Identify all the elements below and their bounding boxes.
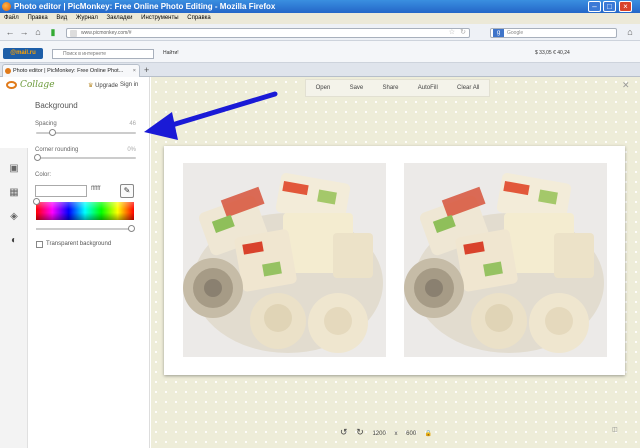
corner-rounding-value: 0% bbox=[127, 147, 136, 153]
brightness-handle[interactable] bbox=[128, 225, 135, 232]
tab-close-icon[interactable]: × bbox=[133, 65, 136, 77]
url-text: www.picmonkey.com/# bbox=[81, 30, 132, 36]
undo-icon[interactable]: ↺ bbox=[340, 427, 348, 437]
clear-all-button[interactable]: Clear All bbox=[457, 85, 479, 91]
crown-icon: ♛ bbox=[88, 83, 94, 89]
collage-photo-left[interactable] bbox=[183, 163, 386, 357]
toolbar-search-placeholder: Поиск в интернете bbox=[63, 51, 107, 57]
autofill-button[interactable]: AutoFill bbox=[418, 85, 438, 91]
new-tab-button[interactable]: + bbox=[144, 65, 149, 75]
menu-bar: Файл Правка Вид Журнал Закладки Инструме… bbox=[0, 13, 640, 24]
canvas-width[interactable]: 1200 bbox=[372, 431, 385, 437]
tab-photo-editor[interactable]: Photo editor | PicMonkey: Free Online Ph… bbox=[2, 64, 140, 77]
menu-history[interactable]: Журнал bbox=[76, 15, 98, 21]
url-field[interactable]: www.picmonkey.com/# ☆ ↻ bbox=[66, 28, 470, 38]
site-identity-icon bbox=[70, 30, 77, 37]
menu-tools[interactable]: Инструменты bbox=[141, 15, 178, 21]
monkey-logo-icon bbox=[6, 80, 17, 89]
open-button[interactable]: Open bbox=[316, 85, 331, 91]
upgrade-link[interactable]: ♛ Upgrade bbox=[88, 82, 118, 89]
editor-top-bar: Open Save Share AutoFill Clear All bbox=[305, 79, 490, 97]
collage-photo-right[interactable] bbox=[404, 163, 607, 357]
firefox-icon bbox=[2, 2, 11, 11]
search-field[interactable]: g Google bbox=[490, 28, 617, 38]
photo-illustration bbox=[404, 163, 607, 357]
window-titlebar: Photo editor | PicMonkey: Free Online Ph… bbox=[0, 0, 640, 13]
toolbar-search-input[interactable]: Поиск в интернете bbox=[52, 49, 154, 59]
corner-rounding-handle[interactable] bbox=[34, 154, 41, 161]
annotation-arrow bbox=[144, 91, 278, 140]
home-icon[interactable]: ⌂ bbox=[32, 27, 44, 38]
google-icon: g bbox=[493, 29, 504, 37]
menu-file[interactable]: Файл bbox=[4, 15, 19, 21]
palette-icon[interactable]: ◐ bbox=[7, 235, 21, 247]
mailru-logo-suffix: .ru bbox=[28, 50, 36, 56]
tab-favicon-icon bbox=[5, 68, 11, 74]
minimize-button[interactable]: – bbox=[588, 1, 601, 12]
tags-icon[interactable]: ◈ bbox=[7, 211, 21, 223]
eyedropper-icon[interactable]: ✎ bbox=[120, 184, 134, 198]
transparent-background-checkbox[interactable] bbox=[36, 241, 43, 248]
menu-bookmarks[interactable]: Закладки bbox=[107, 15, 133, 21]
canvas-size-bar: ↺ ↻ 1200 x 600 🔒 bbox=[340, 427, 439, 438]
lock-icon[interactable]: 🔒 bbox=[425, 431, 432, 437]
corner-rounding-label: Corner rounding bbox=[35, 147, 79, 153]
home-button-icon[interactable]: ⌂ bbox=[624, 27, 636, 38]
app-logo-text: Collage bbox=[20, 80, 55, 90]
back-icon[interactable]: ← bbox=[4, 27, 16, 38]
menu-help[interactable]: Справка bbox=[187, 15, 211, 21]
menu-edit[interactable]: Правка bbox=[27, 15, 47, 21]
share-button[interactable]: Share bbox=[383, 85, 399, 91]
menu-view[interactable]: Вид bbox=[56, 15, 67, 21]
spacing-label: Spacing bbox=[35, 121, 57, 127]
layout-icon[interactable]: ▦ bbox=[7, 187, 21, 199]
color-hex-value[interactable]: ffffff bbox=[91, 186, 100, 192]
close-editor-icon[interactable]: ✕ bbox=[622, 80, 630, 91]
currency-rates: $ 33,05 € 40,24 bbox=[535, 50, 570, 56]
tab-title: Photo editor | PicMonkey: Free Online Ph… bbox=[13, 68, 124, 74]
section-title: Background bbox=[35, 101, 78, 110]
size-separator: x bbox=[394, 431, 398, 437]
window-title: Photo editor | PicMonkey: Free Online Ph… bbox=[14, 2, 276, 11]
signal-icon: ▮ bbox=[50, 27, 56, 37]
app-logo[interactable]: Collage bbox=[6, 80, 55, 90]
canvas-height[interactable]: 600 bbox=[406, 431, 416, 437]
mailru-logo-main: @mail bbox=[10, 50, 29, 56]
color-swatch-input[interactable] bbox=[35, 185, 87, 197]
mailru-logo[interactable]: @mail.ru bbox=[3, 48, 43, 59]
photo-illustration bbox=[183, 163, 386, 357]
color-label: Color: bbox=[35, 172, 52, 178]
spectrum-handle[interactable] bbox=[33, 198, 40, 205]
forward-icon[interactable]: → bbox=[18, 27, 30, 38]
maximize-button[interactable]: □ bbox=[603, 1, 616, 12]
search-placeholder: Google bbox=[507, 30, 524, 36]
color-spectrum[interactable] bbox=[36, 202, 134, 220]
find-button[interactable]: Найти! bbox=[163, 50, 179, 56]
upgrade-label: Upgrade bbox=[95, 83, 119, 89]
spacing-value: 46 bbox=[129, 121, 136, 127]
image-icon[interactable]: ▣ bbox=[7, 163, 21, 175]
reload-icon[interactable]: ↻ bbox=[460, 29, 466, 37]
zoom-icon[interactable]: ◫ bbox=[612, 426, 618, 433]
spacing-slider-handle[interactable] bbox=[49, 129, 56, 136]
brightness-slider[interactable] bbox=[36, 228, 132, 230]
signin-link[interactable]: Sign in bbox=[120, 82, 138, 88]
redo-icon[interactable]: ↻ bbox=[356, 427, 364, 437]
transparent-background-label: Transparent background bbox=[46, 241, 112, 247]
save-button[interactable]: Save bbox=[350, 85, 364, 91]
bookmark-star-icon[interactable]: ☆ bbox=[449, 29, 455, 37]
close-window-button[interactable]: × bbox=[619, 1, 632, 12]
corner-rounding-slider[interactable] bbox=[36, 157, 136, 159]
